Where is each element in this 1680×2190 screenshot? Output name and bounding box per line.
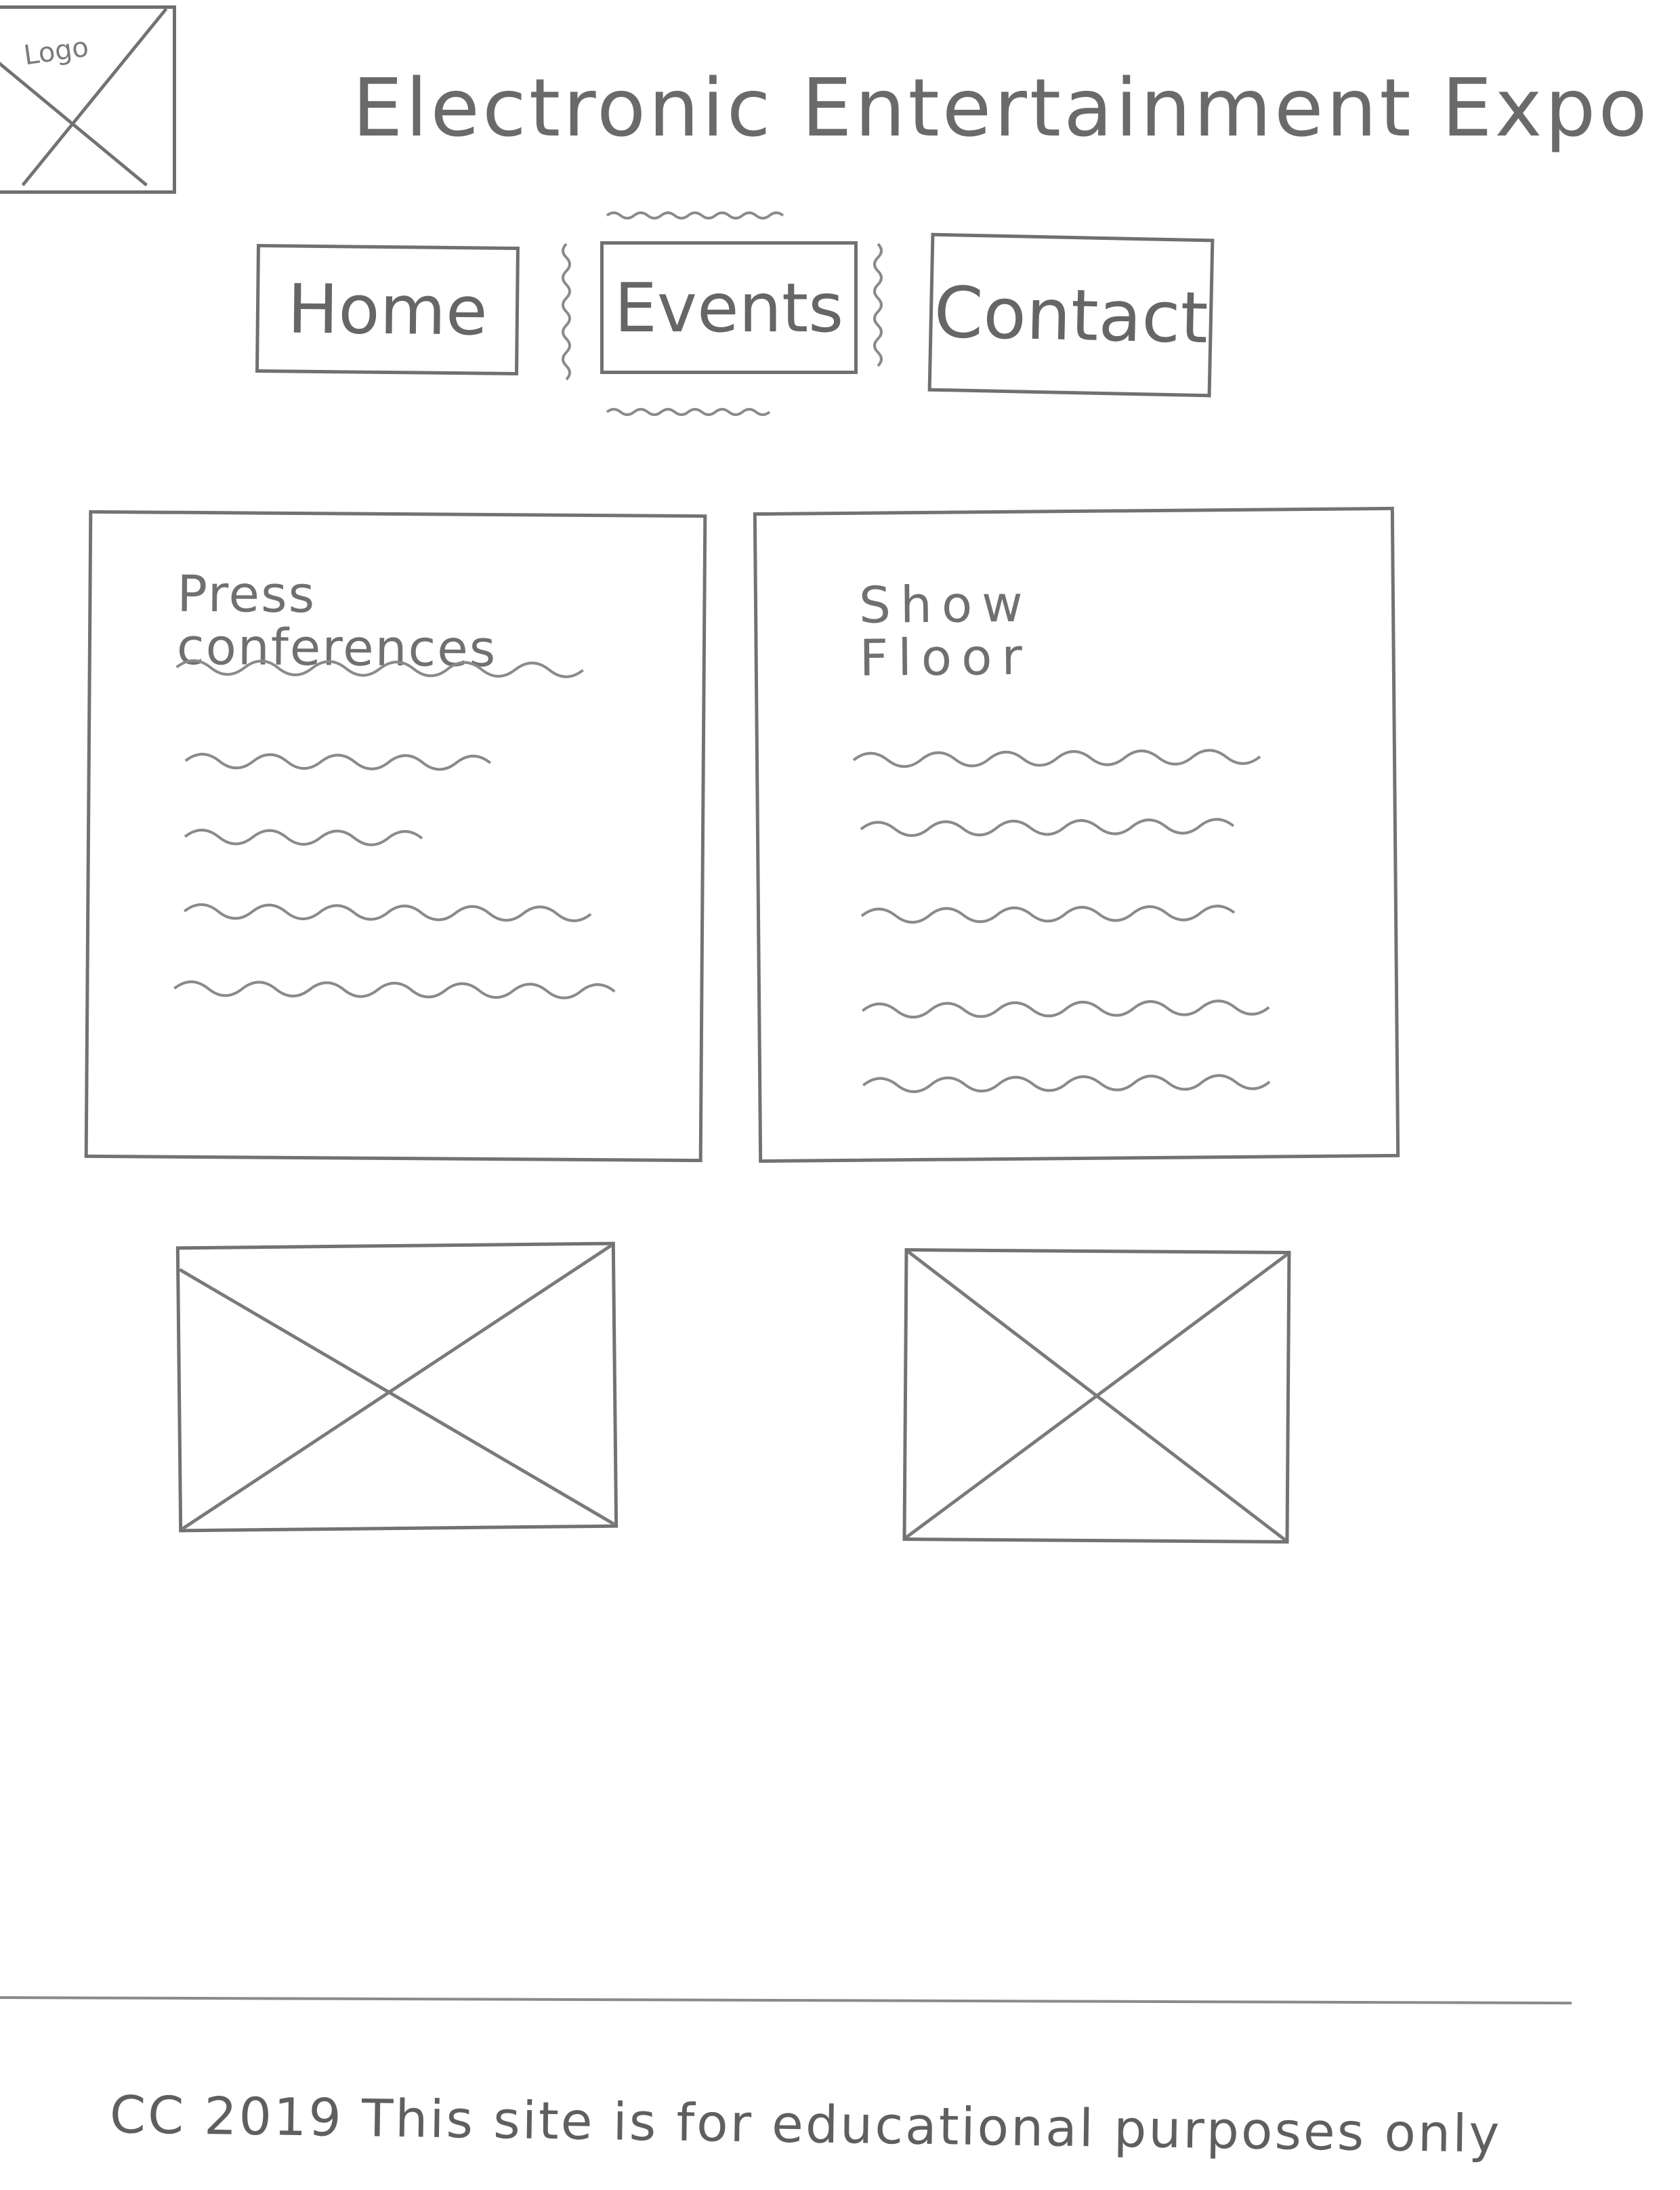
- text-line-placeholder: [175, 659, 584, 678]
- footer-text: CC 2019 This site is for educational pur…: [109, 2084, 1502, 2164]
- image-placeholder-icon: [179, 1245, 615, 1529]
- text-line-placeholder: [862, 1074, 1271, 1094]
- nav-contact-button[interactable]: Contact: [927, 232, 1215, 398]
- card-text-placeholder: [173, 659, 616, 999]
- image-placeholder-press[interactable]: [175, 1241, 618, 1533]
- text-line-placeholder: [860, 818, 1235, 838]
- text-line-placeholder: [861, 999, 1270, 1019]
- text-line-placeholder: [173, 980, 616, 999]
- text-line-placeholder: [184, 829, 423, 846]
- nav-home-label: Home: [287, 268, 488, 351]
- footer-divider: [0, 1996, 1572, 2005]
- image-placeholder-icon: [906, 1252, 1288, 1540]
- nav-home-button[interactable]: Home: [255, 243, 520, 376]
- text-line-placeholder: [852, 749, 1261, 768]
- card-text-placeholder: [852, 749, 1271, 1094]
- text-line-placeholder: [184, 753, 492, 771]
- event-card-show-floor[interactable]: Show Floor: [753, 506, 1400, 1163]
- nav-contact-label: Contact: [933, 270, 1209, 360]
- nav-events-button[interactable]: Events: [600, 241, 858, 374]
- nav-events-label: Events: [614, 268, 844, 348]
- text-line-placeholder: [860, 905, 1236, 924]
- logo-placeholder[interactable]: Logo: [0, 5, 176, 194]
- text-line-placeholder: [183, 903, 592, 922]
- image-placeholder-show-floor[interactable]: [902, 1248, 1291, 1544]
- site-title: Electronic Entertainment Expo: [352, 61, 1650, 154]
- event-card-press-conferences[interactable]: Press conferences: [84, 510, 707, 1163]
